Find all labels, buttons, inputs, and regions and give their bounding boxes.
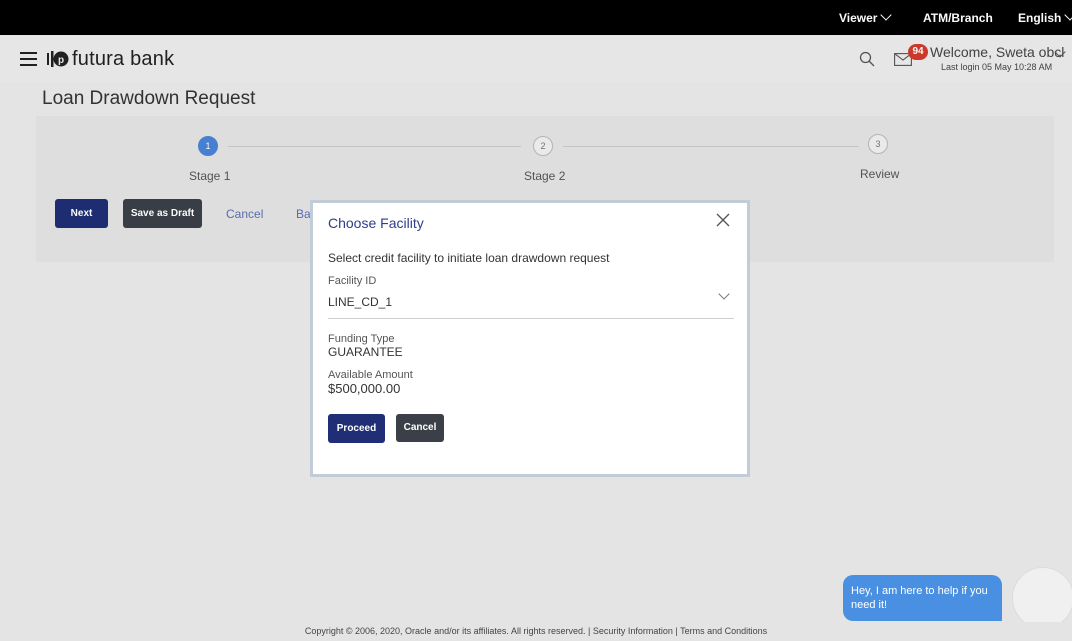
footer-separator: | xyxy=(587,626,591,636)
proceed-button[interactable]: Proceed xyxy=(328,414,385,443)
chatbot-launcher[interactable] xyxy=(1012,567,1072,629)
facility-id-select[interactable]: LINE_CD_1 xyxy=(328,288,734,319)
security-information-link[interactable]: Security Information xyxy=(593,626,673,636)
terms-and-conditions-link[interactable]: Terms and Conditions xyxy=(680,626,767,636)
available-amount-label: Available Amount xyxy=(328,369,413,381)
footer-separator: | xyxy=(675,626,678,636)
funding-type-label: Funding Type xyxy=(328,333,395,345)
close-icon[interactable] xyxy=(715,212,731,228)
modal-title: Choose Facility xyxy=(328,215,424,231)
chevron-down-icon xyxy=(718,288,730,300)
facility-id-label: Facility ID xyxy=(328,275,377,287)
available-amount-value: $500,000.00 xyxy=(328,381,401,396)
modal-cancel-button[interactable]: Cancel xyxy=(396,414,444,442)
copyright-text: Copyright © 2006, 2020, Oracle and/or it… xyxy=(304,626,586,636)
choose-facility-modal: Choose Facility Select credit facility t… xyxy=(310,200,750,477)
footer: Copyright © 2006, 2020, Oracle and/or it… xyxy=(0,622,1072,641)
facility-id-value: LINE_CD_1 xyxy=(328,295,393,309)
chatbot-bubble[interactable]: Hey, I am here to help if you need it! xyxy=(843,575,1002,621)
funding-type-value: GUARANTEE xyxy=(328,345,403,359)
modal-instruction: Select credit facility to initiate loan … xyxy=(328,251,610,265)
